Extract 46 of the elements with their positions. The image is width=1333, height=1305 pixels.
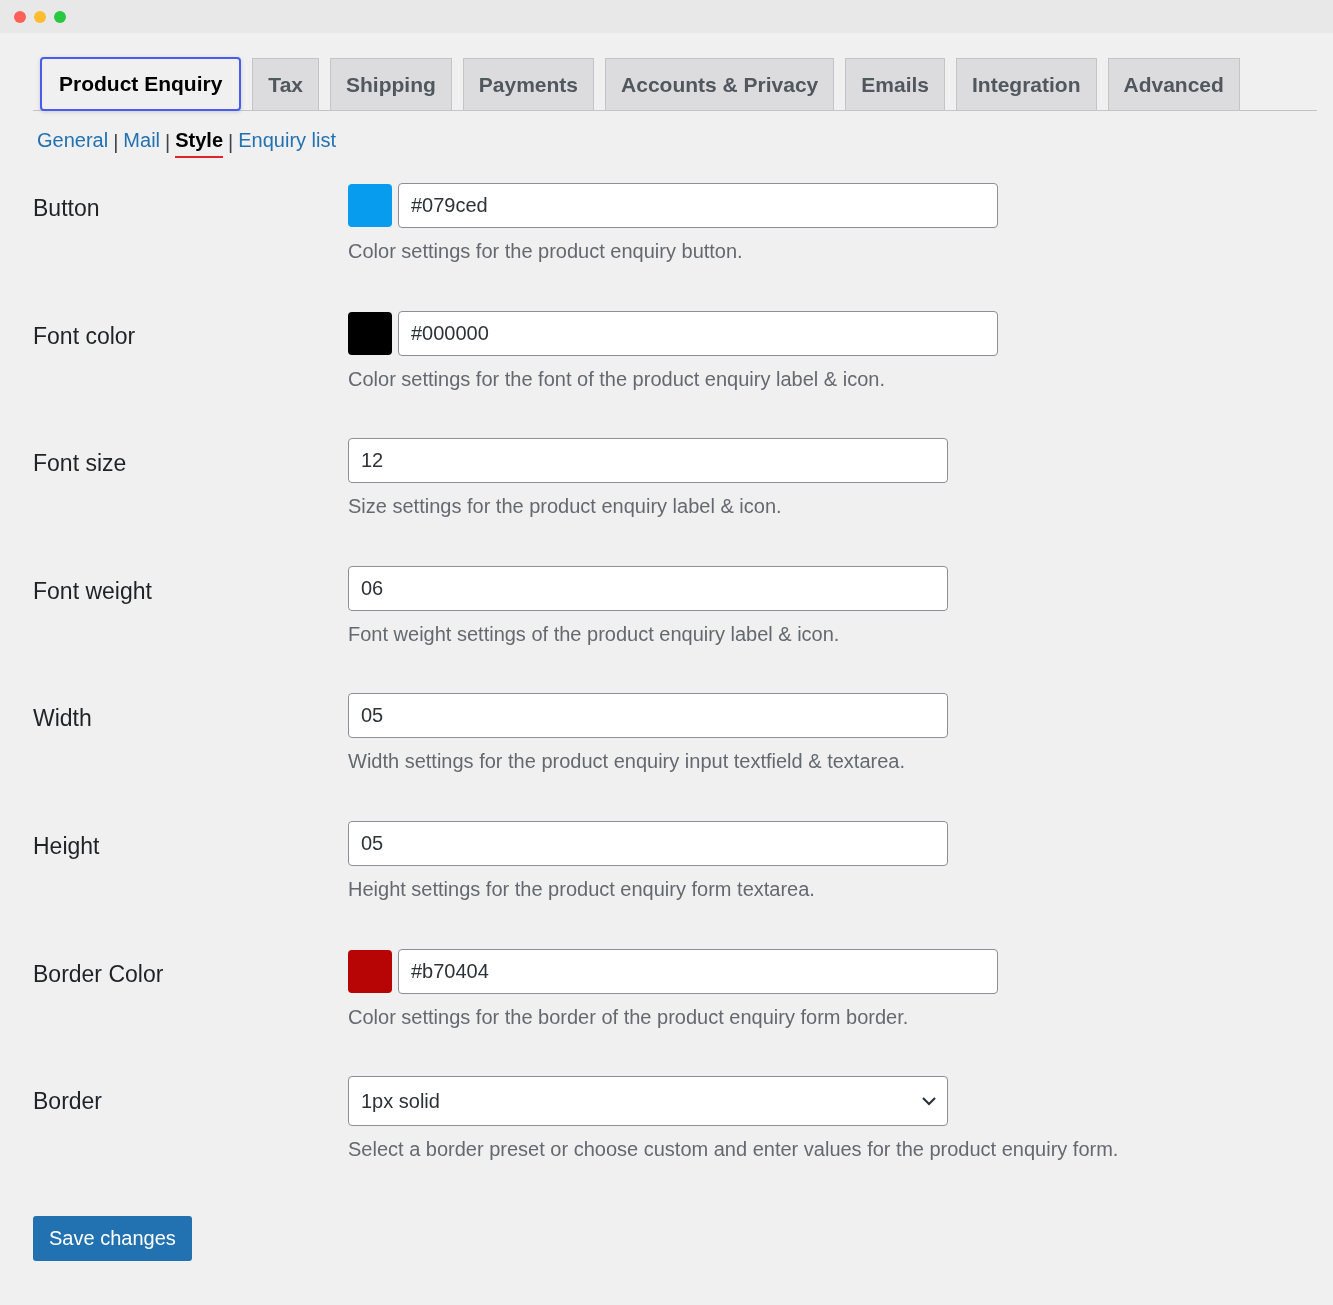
maximize-window-icon[interactable] [54, 10, 66, 23]
setting-label: Button [33, 195, 100, 221]
setting-description: Select a border preset or choose custom and enter values for the product enquiry form. [348, 1137, 1119, 1163]
setting-description: Size settings for the product enquiry label & icon. [348, 494, 783, 520]
subnav-link[interactable]: General [37, 125, 109, 158]
setting-description: Font weight settings of the product enquiry label & icon. [348, 621, 841, 647]
separator: | [228, 129, 234, 155]
input-field[interactable]: 05 [348, 820, 948, 866]
setting-label: Width [33, 705, 92, 732]
tab[interactable]: Advanced [1107, 58, 1240, 111]
tab[interactable]: Shipping [330, 58, 452, 111]
setting-label: Font size [33, 450, 127, 477]
subnav-link[interactable]: Style [175, 125, 224, 158]
color-input-field[interactable]: #b70404 [398, 948, 998, 994]
separator: | [113, 129, 119, 155]
tab[interactable]: Emails [845, 58, 945, 111]
setting-description: Color settings for the product enquiry button. [348, 239, 744, 264]
setting-label: Font weight [33, 577, 152, 604]
setting-description: Color settings for the border of the product enquiry form border. [348, 1004, 910, 1030]
save-button[interactable]: Save changes [33, 1215, 192, 1261]
tab[interactable]: Payments [462, 58, 595, 111]
minimize-window-icon[interactable] [34, 10, 46, 23]
setting-label: Height [33, 832, 100, 859]
separator: | [165, 129, 171, 155]
input-field[interactable]: 06 [348, 565, 948, 611]
subnav-link[interactable]: Enquiry list [238, 125, 337, 158]
tab[interactable]: Accounts & Privacy [605, 58, 835, 111]
input-field[interactable]: 05 [348, 693, 948, 739]
close-window-icon[interactable] [14, 10, 26, 23]
color-swatch[interactable] [348, 949, 392, 993]
setting-label: Font color [33, 322, 136, 349]
subnav-link[interactable]: Mail [123, 125, 161, 158]
setting-label: Border Color [33, 960, 164, 987]
setting-description: Width settings for the product enquiry input textfield & textarea. [348, 749, 906, 775]
tab[interactable]: Product Enquiry [40, 57, 242, 111]
tab[interactable]: Tax [252, 58, 319, 111]
border-select[interactable]: 1px solid [348, 1076, 948, 1127]
color-swatch[interactable] [348, 184, 392, 227]
setting-description: Height settings for the product enquiry form textarea. [348, 876, 816, 902]
input-field[interactable]: 12 [348, 438, 948, 484]
setting-description: Color settings for the font of the product enquiry label & icon. [348, 366, 886, 392]
setting-label: Border [33, 1088, 103, 1115]
color-swatch[interactable] [348, 311, 392, 355]
color-input-field[interactable]: #079ced [398, 183, 998, 228]
color-input-field[interactable]: #000000 [398, 310, 998, 356]
tab[interactable]: Integration [956, 58, 1097, 111]
